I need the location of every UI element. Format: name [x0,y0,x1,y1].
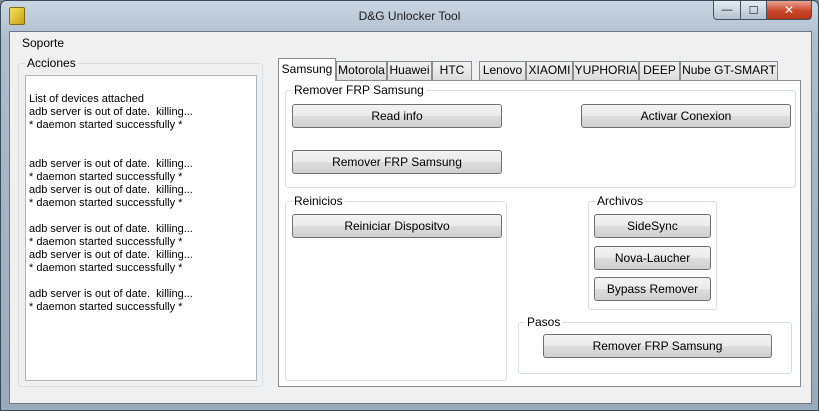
close-icon: ✕ [783,3,795,17]
tab-samsung[interactable]: Samsung [278,58,336,81]
tab-deep[interactable]: DEEP [639,61,680,80]
window-title: D&G Unlocker Tool [358,9,461,23]
log-textbox[interactable]: List of devices attached adb server is o… [25,75,257,381]
pasos-remover-frp-button[interactable]: Remover FRP Samsung [543,334,772,358]
reinicios-group: Reinicios Reiniciar Dispositvo [285,194,507,381]
tab-huawei[interactable]: Huawei [387,61,432,80]
title-bar[interactable]: D&G Unlocker Tool — ☐ ✕ [1,1,818,31]
client-area: Soporte Acciones List of devices attache… [9,31,812,404]
remover-frp-title: Remover FRP Samsung [292,83,426,97]
acciones-group: Acciones List of devices attached adb se… [18,56,263,387]
tab-motorola[interactable]: Motorola [336,61,387,80]
window-controls: — ☐ ✕ [713,1,812,20]
pasos-group: Pasos Remover FRP Samsung [518,315,792,374]
reiniciar-dispositivo-button[interactable]: Reiniciar Dispositvo [292,214,502,238]
bypass-remover-button[interactable]: Bypass Remover [594,277,711,301]
archivos-group: Archivos SideSync Nova-Laucher Bypass Re… [588,194,717,310]
minimize-button[interactable]: — [713,1,741,20]
maximize-button[interactable]: ☐ [741,1,767,20]
tab-yuphoria[interactable]: YUPHORIA [573,61,639,80]
menu-soporte[interactable]: Soporte [17,36,69,50]
acciones-title: Acciones [25,56,78,70]
tab-xiaomi[interactable]: XIAOMI [526,61,573,80]
read-info-button[interactable]: Read info [292,104,502,128]
remover-frp-group: Remover FRP Samsung Read info Activar Co… [285,83,796,188]
tab-lenovo[interactable]: Lenovo [479,61,526,80]
pasos-title: Pasos [525,315,563,329]
menu-bar: Soporte [10,32,811,54]
reinicios-title: Reinicios [292,194,345,208]
nova-launcher-button[interactable]: Nova-Laucher [594,246,711,270]
tab-nube-gt-smart[interactable]: Nube GT-SMART [680,61,778,80]
remover-frp-button[interactable]: Remover FRP Samsung [292,150,502,174]
archivos-title: Archivos [595,194,646,208]
activar-conexion-button[interactable]: Activar Conexion [581,104,791,128]
maximize-icon: ☐ [748,4,759,17]
minimize-icon: — [721,4,733,16]
app-window: D&G Unlocker Tool — ☐ ✕ Soporte Acciones… [0,0,819,411]
sidesync-button[interactable]: SideSync [594,214,711,238]
tab-htc[interactable]: HTC [432,61,472,80]
samsung-tab-panel: Remover FRP Samsung Read info Activar Co… [278,80,801,387]
close-button[interactable]: ✕ [767,1,812,20]
